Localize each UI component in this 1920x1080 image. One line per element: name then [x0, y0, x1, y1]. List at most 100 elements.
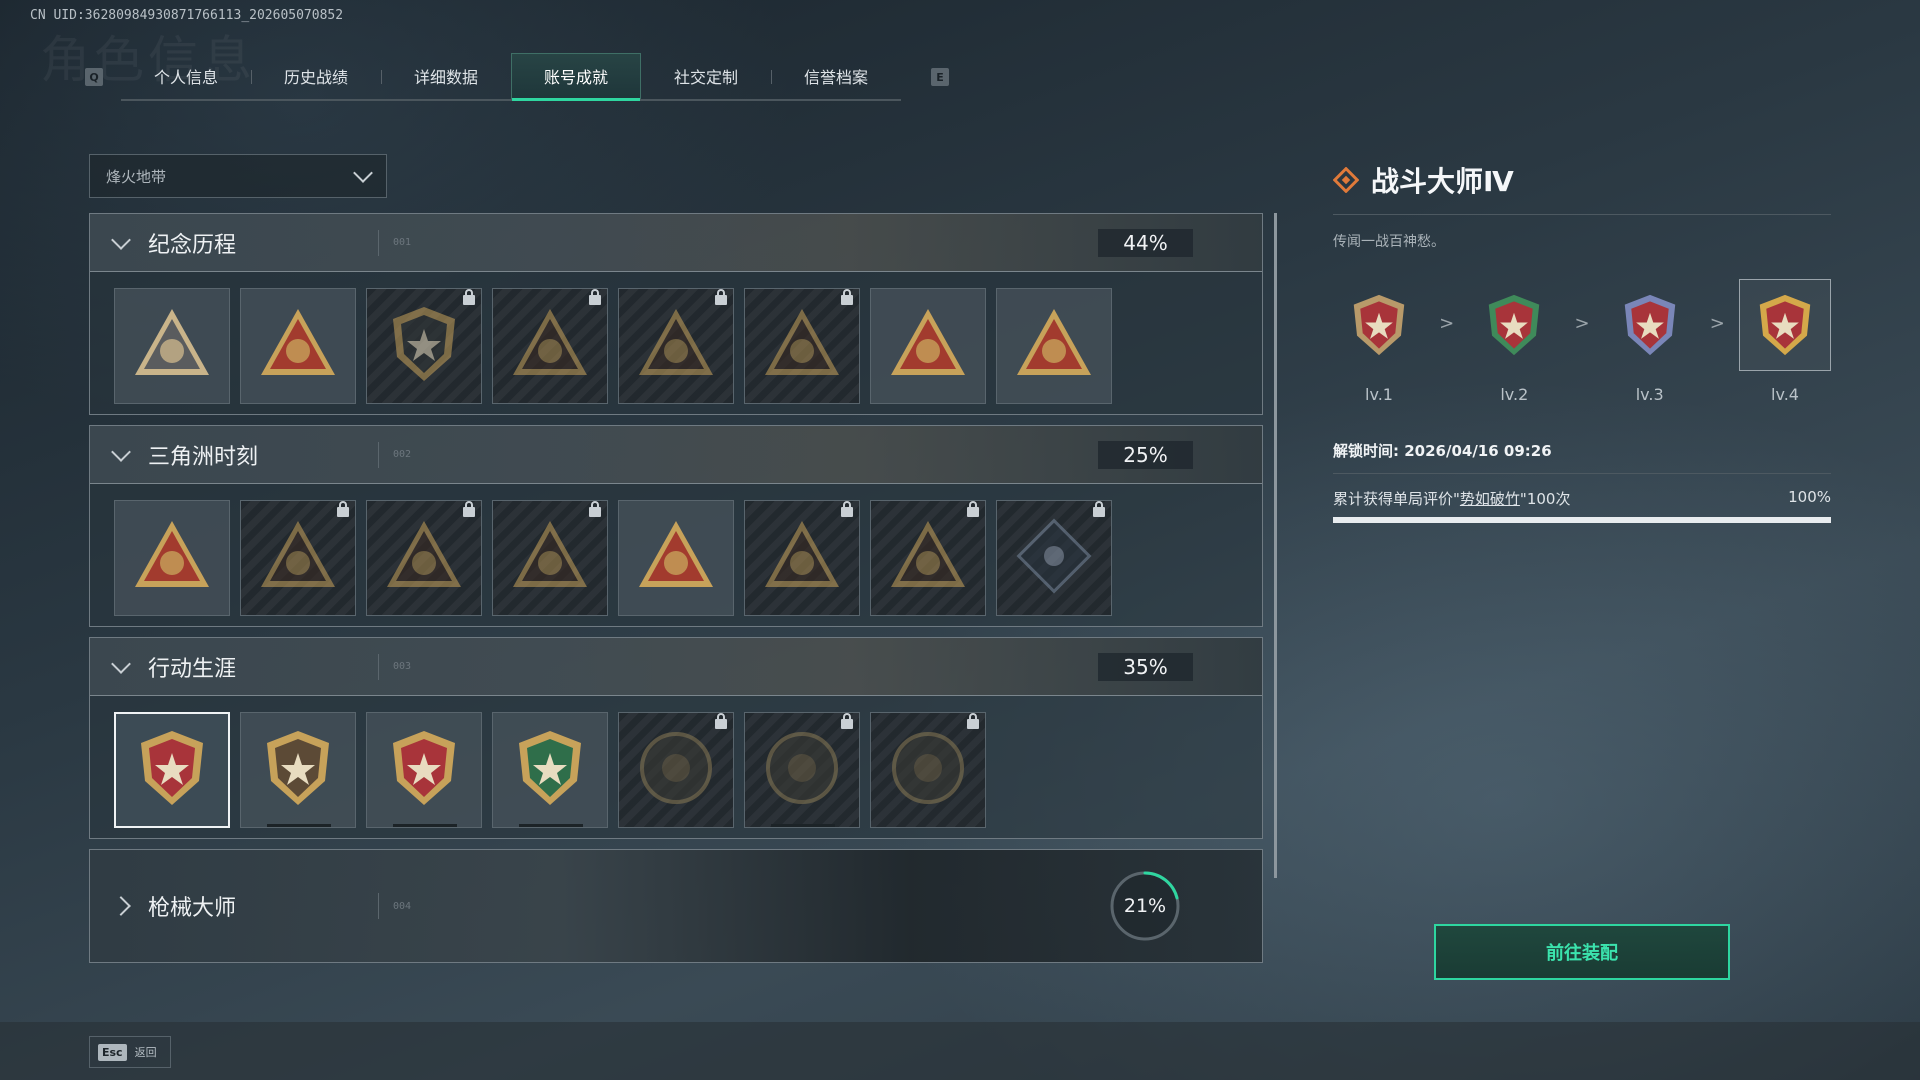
- section-header-memorial[interactable]: 纪念历程 001 44%: [90, 214, 1262, 272]
- esc-key-icon: Esc: [98, 1043, 127, 1061]
- level-item[interactable]: lv.2: [1468, 279, 1560, 404]
- section-title: 行动生涯: [148, 656, 237, 682]
- tab-navigation: Q 个人信息 历史战绩 详细数据 账号成就 社交定制 信誉档案 E: [85, 52, 949, 102]
- section-operation-career: 行动生涯 003 35%: [89, 637, 1263, 839]
- requirement-keyword[interactable]: 势如破竹: [1460, 490, 1520, 508]
- scrollbar[interactable]: [1274, 213, 1277, 878]
- requirement-percent: 100%: [1788, 488, 1831, 506]
- badge-tile[interactable]: [996, 500, 1112, 616]
- gear-emblem-icon: [507, 513, 593, 603]
- section-percent: 25%: [1098, 441, 1193, 469]
- section-title: 枪械大师: [148, 896, 237, 921]
- green-shield-medal-icon: [507, 725, 593, 815]
- lock-icon: [1093, 501, 1105, 517]
- blue-star-medal-icon: [381, 725, 467, 815]
- mode-dropdown[interactable]: 烽火地带: [89, 154, 387, 198]
- divider: [378, 653, 379, 680]
- level-label: lv.2: [1500, 385, 1529, 404]
- level-label: lv.3: [1635, 385, 1664, 404]
- lock-icon: [715, 713, 727, 729]
- badge-tile[interactable]: [114, 712, 230, 828]
- level-medal-icon: [1738, 279, 1831, 371]
- shield-emblem-icon: [381, 301, 467, 391]
- chevron-down-icon: [111, 229, 131, 250]
- level-item[interactable]: lv.4: [1738, 279, 1831, 404]
- gunner-emblem-icon: [507, 301, 593, 391]
- section-memorial: 纪念历程 001 44%: [89, 213, 1263, 415]
- divider: [378, 229, 379, 256]
- level-medal-icon: [1468, 279, 1560, 371]
- section-header-operation-career[interactable]: 行动生涯 003 35%: [90, 638, 1262, 696]
- requirement-prefix: 累计获得单局评价": [1333, 490, 1460, 508]
- mode-dropdown-value: 烽火地带: [106, 167, 167, 186]
- equip-button[interactable]: 前往装配: [1434, 924, 1730, 980]
- crossed-swords-emblem-icon: [759, 301, 845, 391]
- badge-tile[interactable]: [240, 288, 356, 404]
- divider: [378, 893, 379, 919]
- badge-tile[interactable]: [618, 712, 734, 828]
- back-label: 返回: [134, 1046, 157, 1059]
- robot-emblem-icon: [255, 513, 341, 603]
- section-number: 002: [393, 449, 412, 460]
- achievement-detail-panel: 战斗大师Ⅳ 传闻一战百神愁。 lv.1 > lv.2 > lv.3 > lv.4 解锁时间:…: [1333, 160, 1831, 523]
- tab-history[interactable]: 历史战绩: [251, 53, 381, 99]
- badge-progress-bar: [519, 824, 583, 827]
- tab-prev-key-hint[interactable]: Q: [85, 68, 103, 86]
- section-number: 001: [393, 237, 412, 248]
- badge-tile[interactable]: [744, 288, 860, 404]
- badge-tile[interactable]: [744, 712, 860, 828]
- badge-tile[interactable]: [366, 288, 482, 404]
- badge-tile[interactable]: [870, 288, 986, 404]
- requirement-progress-bar: [1333, 517, 1831, 523]
- level-arrow: >: [1709, 313, 1725, 334]
- chevron-down-icon: [111, 441, 131, 462]
- chevron-right-icon: [111, 896, 131, 916]
- detail-title: 战斗大师Ⅳ: [1371, 165, 1514, 198]
- level-item[interactable]: lv.1: [1333, 279, 1425, 404]
- lock-icon: [841, 289, 853, 305]
- badge-tile[interactable]: [492, 500, 608, 616]
- section-percent: 44%: [1098, 229, 1193, 257]
- badge-tile[interactable]: [870, 712, 986, 828]
- badge-tile[interactable]: [618, 500, 734, 616]
- wolf-emblem-icon: [759, 513, 845, 603]
- level-medal-icon: [1604, 279, 1696, 371]
- triangle-emblem-icon: [129, 301, 215, 391]
- lock-icon: [589, 501, 601, 517]
- badge-tile[interactable]: [114, 288, 230, 404]
- level-arrow: >: [1439, 313, 1455, 334]
- badge-tile[interactable]: [744, 500, 860, 616]
- badge-progress-bar: [267, 824, 331, 827]
- badge-tile[interactable]: [240, 500, 356, 616]
- section-header-delta-moments[interactable]: 三角洲时刻 002 25%: [90, 426, 1262, 484]
- requirement-suffix: "100次: [1519, 490, 1571, 508]
- badge-tile[interactable]: [492, 288, 608, 404]
- badge-tile[interactable]: [996, 288, 1112, 404]
- diamond-icon: [1333, 167, 1359, 193]
- tab-social-customization[interactable]: 社交定制: [641, 53, 771, 99]
- back-button[interactable]: Esc 返回: [89, 1036, 171, 1068]
- badge-tile[interactable]: [114, 500, 230, 616]
- squad-emblem-icon: [633, 513, 719, 603]
- lock-icon: [463, 289, 475, 305]
- divider: [378, 441, 379, 468]
- section-header-gun-master[interactable]: 枪械大师 004 21%: [90, 850, 1262, 962]
- badge-tile[interactable]: [618, 288, 734, 404]
- tab-next-key-hint[interactable]: E: [931, 68, 949, 86]
- badge-tile[interactable]: [240, 712, 356, 828]
- badge-tile[interactable]: [366, 712, 482, 828]
- lock-icon: [967, 501, 979, 517]
- unlock-time: 解锁时间: 2026/04/16 09:26: [1333, 440, 1831, 474]
- badge-tile[interactable]: [870, 500, 986, 616]
- badge-tile[interactable]: [366, 500, 482, 616]
- level-item[interactable]: lv.3: [1604, 279, 1696, 404]
- tab-reputation-file[interactable]: 信誉档案: [771, 53, 901, 99]
- badge-row: [90, 696, 1262, 838]
- section-percent: 35%: [1098, 653, 1193, 681]
- tab-personal-info[interactable]: 个人信息: [121, 53, 251, 99]
- badge-tile[interactable]: [492, 712, 608, 828]
- footer-bar: [0, 1022, 1920, 1080]
- round-eye-badge-icon: [885, 725, 971, 815]
- tab-detailed-data[interactable]: 详细数据: [381, 53, 511, 99]
- tab-achievements[interactable]: 账号成就: [511, 53, 641, 101]
